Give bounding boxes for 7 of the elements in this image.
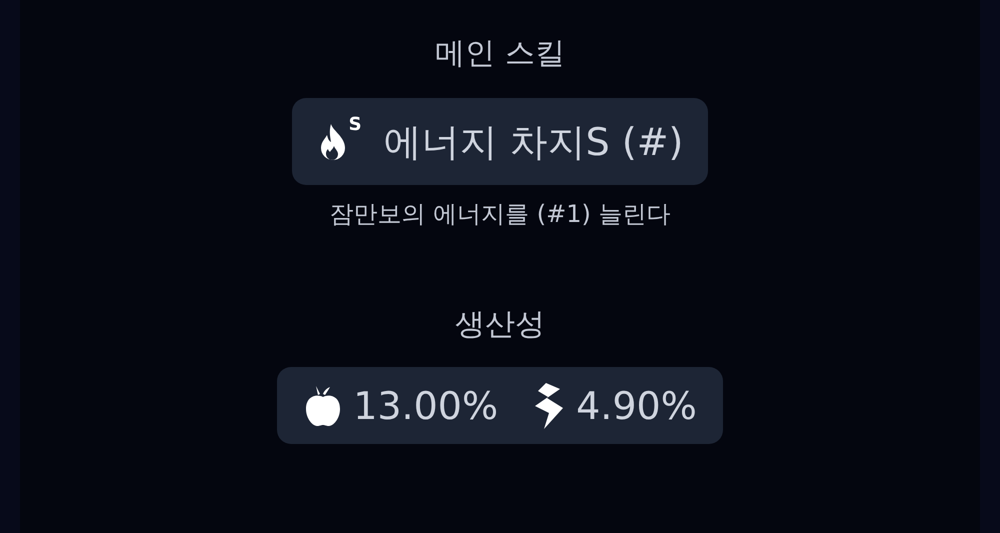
productivity-value: 13.00%: [353, 382, 498, 430]
productivity-value: 4.90%: [576, 382, 697, 430]
skill-level-label: S: [348, 116, 362, 134]
skill-description: 잠만보의 에너지를 (#1) 늘린다: [330, 199, 670, 230]
section-heading: 메인 스킬: [435, 35, 565, 73]
section-heading: 생산성: [455, 306, 545, 344]
skill-name: 에너지 차지S (#): [384, 118, 684, 166]
